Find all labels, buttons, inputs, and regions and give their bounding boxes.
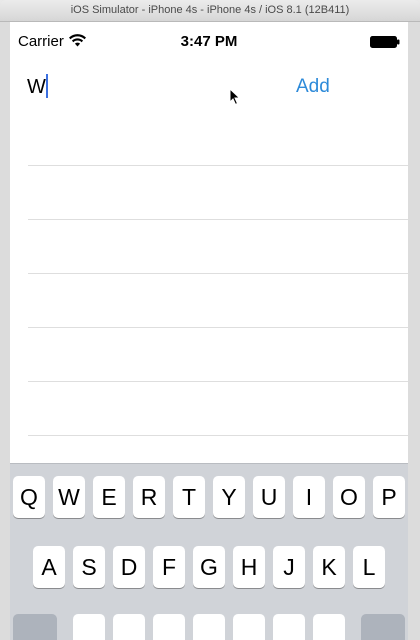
text-caret: [45, 74, 48, 98]
delete-key[interactable]: [361, 614, 405, 640]
window-titlebar[interactable]: iOS Simulator - iPhone 4s - iPhone 4s / …: [0, 0, 420, 22]
battery-icon: [370, 36, 400, 48]
status-bar: Carrier 3:47 PM: [10, 22, 408, 62]
item-text-input[interactable]: W: [27, 74, 257, 100]
list-item[interactable]: [28, 382, 408, 436]
key-a[interactable]: A: [33, 546, 65, 588]
key-e[interactable]: E: [93, 476, 125, 518]
input-value: W: [27, 76, 46, 98]
key-s[interactable]: S: [73, 546, 105, 588]
list-item[interactable]: [28, 274, 408, 328]
key-m[interactable]: [313, 614, 345, 640]
device-screen: Carrier 3:47 PM W Add Q W E R T Y U I O …: [10, 22, 408, 640]
key-z[interactable]: [73, 614, 105, 640]
key-q[interactable]: Q: [13, 476, 45, 518]
list-item[interactable]: [28, 112, 408, 166]
key-v[interactable]: [193, 614, 225, 640]
key-p[interactable]: P: [373, 476, 405, 518]
key-r[interactable]: R: [133, 476, 165, 518]
key-l[interactable]: L: [353, 546, 385, 588]
key-x[interactable]: [113, 614, 145, 640]
key-o[interactable]: O: [333, 476, 365, 518]
key-y[interactable]: Y: [213, 476, 245, 518]
status-time: 3:47 PM: [180, 33, 238, 50]
key-f[interactable]: F: [153, 546, 185, 588]
key-d[interactable]: D: [113, 546, 145, 588]
key-n[interactable]: [273, 614, 305, 640]
list-item[interactable]: [28, 328, 408, 382]
key-t[interactable]: T: [173, 476, 205, 518]
simulator-window: iOS Simulator - iPhone 4s - iPhone 4s / …: [0, 0, 420, 640]
key-j[interactable]: J: [273, 546, 305, 588]
new-item-row: W Add: [10, 62, 408, 112]
key-b[interactable]: [233, 614, 265, 640]
key-h[interactable]: H: [233, 546, 265, 588]
key-i[interactable]: I: [293, 476, 325, 518]
key-u[interactable]: U: [253, 476, 285, 518]
list-item[interactable]: [28, 166, 408, 220]
window-title: iOS Simulator - iPhone 4s - iPhone 4s / …: [70, 4, 350, 16]
key-c[interactable]: [153, 614, 185, 640]
software-keyboard: Q W E R T Y U I O P A S D F G H J K L: [10, 463, 408, 640]
add-button[interactable]: Add: [296, 76, 330, 98]
key-w[interactable]: W: [53, 476, 85, 518]
key-k[interactable]: K: [313, 546, 345, 588]
mouse-pointer-icon: [229, 88, 241, 106]
key-g[interactable]: G: [193, 546, 225, 588]
item-list[interactable]: [10, 112, 408, 436]
list-item[interactable]: [28, 220, 408, 274]
shift-key[interactable]: [13, 614, 57, 640]
